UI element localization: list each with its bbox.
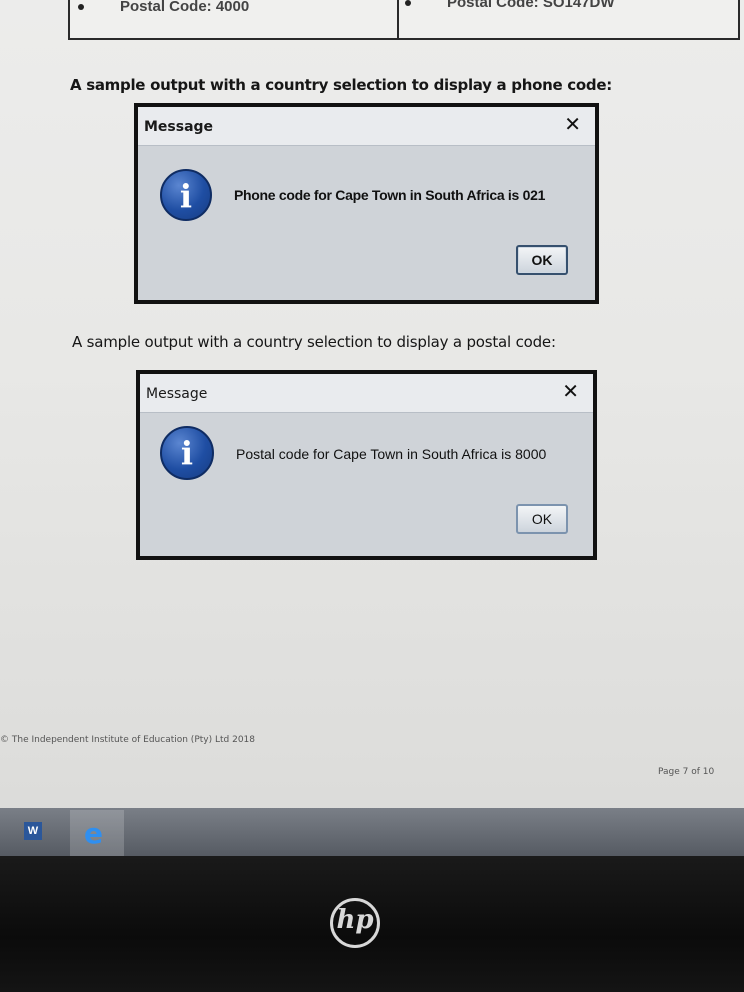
page-number: Page 7 of 10 [658,767,715,777]
phone-code-heading: A sample output with a country selection… [70,76,612,94]
ok-button[interactable]: OK [516,504,568,534]
word-icon[interactable]: W [24,818,54,846]
table-cell-right: Postal Code: SO147DW [405,0,615,11]
postal-code-left: Postal Code: 4000 [120,0,250,15]
table-divider [397,0,399,38]
edge-icon-letter: e [84,817,103,850]
taskbar: W e [0,808,744,856]
table-cell-left: Postal Code: 4000 [78,0,249,15]
close-icon[interactable]: ✕ [562,380,579,404]
info-icon-letter: i [179,177,193,215]
ok-button[interactable]: OK [516,245,568,275]
hp-logo: hp [330,898,380,948]
edge-icon[interactable]: e [70,810,124,856]
dialog-title: Message [146,386,208,402]
hp-logo-text: hp [336,905,374,935]
postal-code-dialog: Message ✕ i Postal code for Cape Town in… [136,370,597,560]
bullet [78,4,84,11]
dialog-title-bar: Message ✕ [138,107,595,146]
postal-code-heading: A sample output with a country selection… [72,333,556,351]
copyright-footer: © The Independent Institute of Education… [0,735,255,745]
dialog-message: Phone code for Cape Town in South Africa… [234,187,546,203]
document-page: Postal Code: 4000 Postal Code: SO147DW A… [0,0,744,808]
dialog-title-bar: Message ✕ [140,374,593,413]
info-icon-letter: i [180,434,194,472]
phone-code-dialog: Message ✕ i Phone code for Cape Town in … [134,103,599,304]
dialog-title: Message [144,119,214,135]
bullet [405,0,411,7]
postal-code-table: Postal Code: 4000 Postal Code: SO147DW [68,0,740,40]
close-icon[interactable]: ✕ [564,113,581,137]
info-icon: i [160,169,212,221]
info-icon: i [160,426,214,480]
postal-code-right: Postal Code: SO147DW [447,0,615,11]
dialog-message: Postal code for Cape Town in South Afric… [236,446,547,462]
word-icon-letter: W [24,822,42,840]
